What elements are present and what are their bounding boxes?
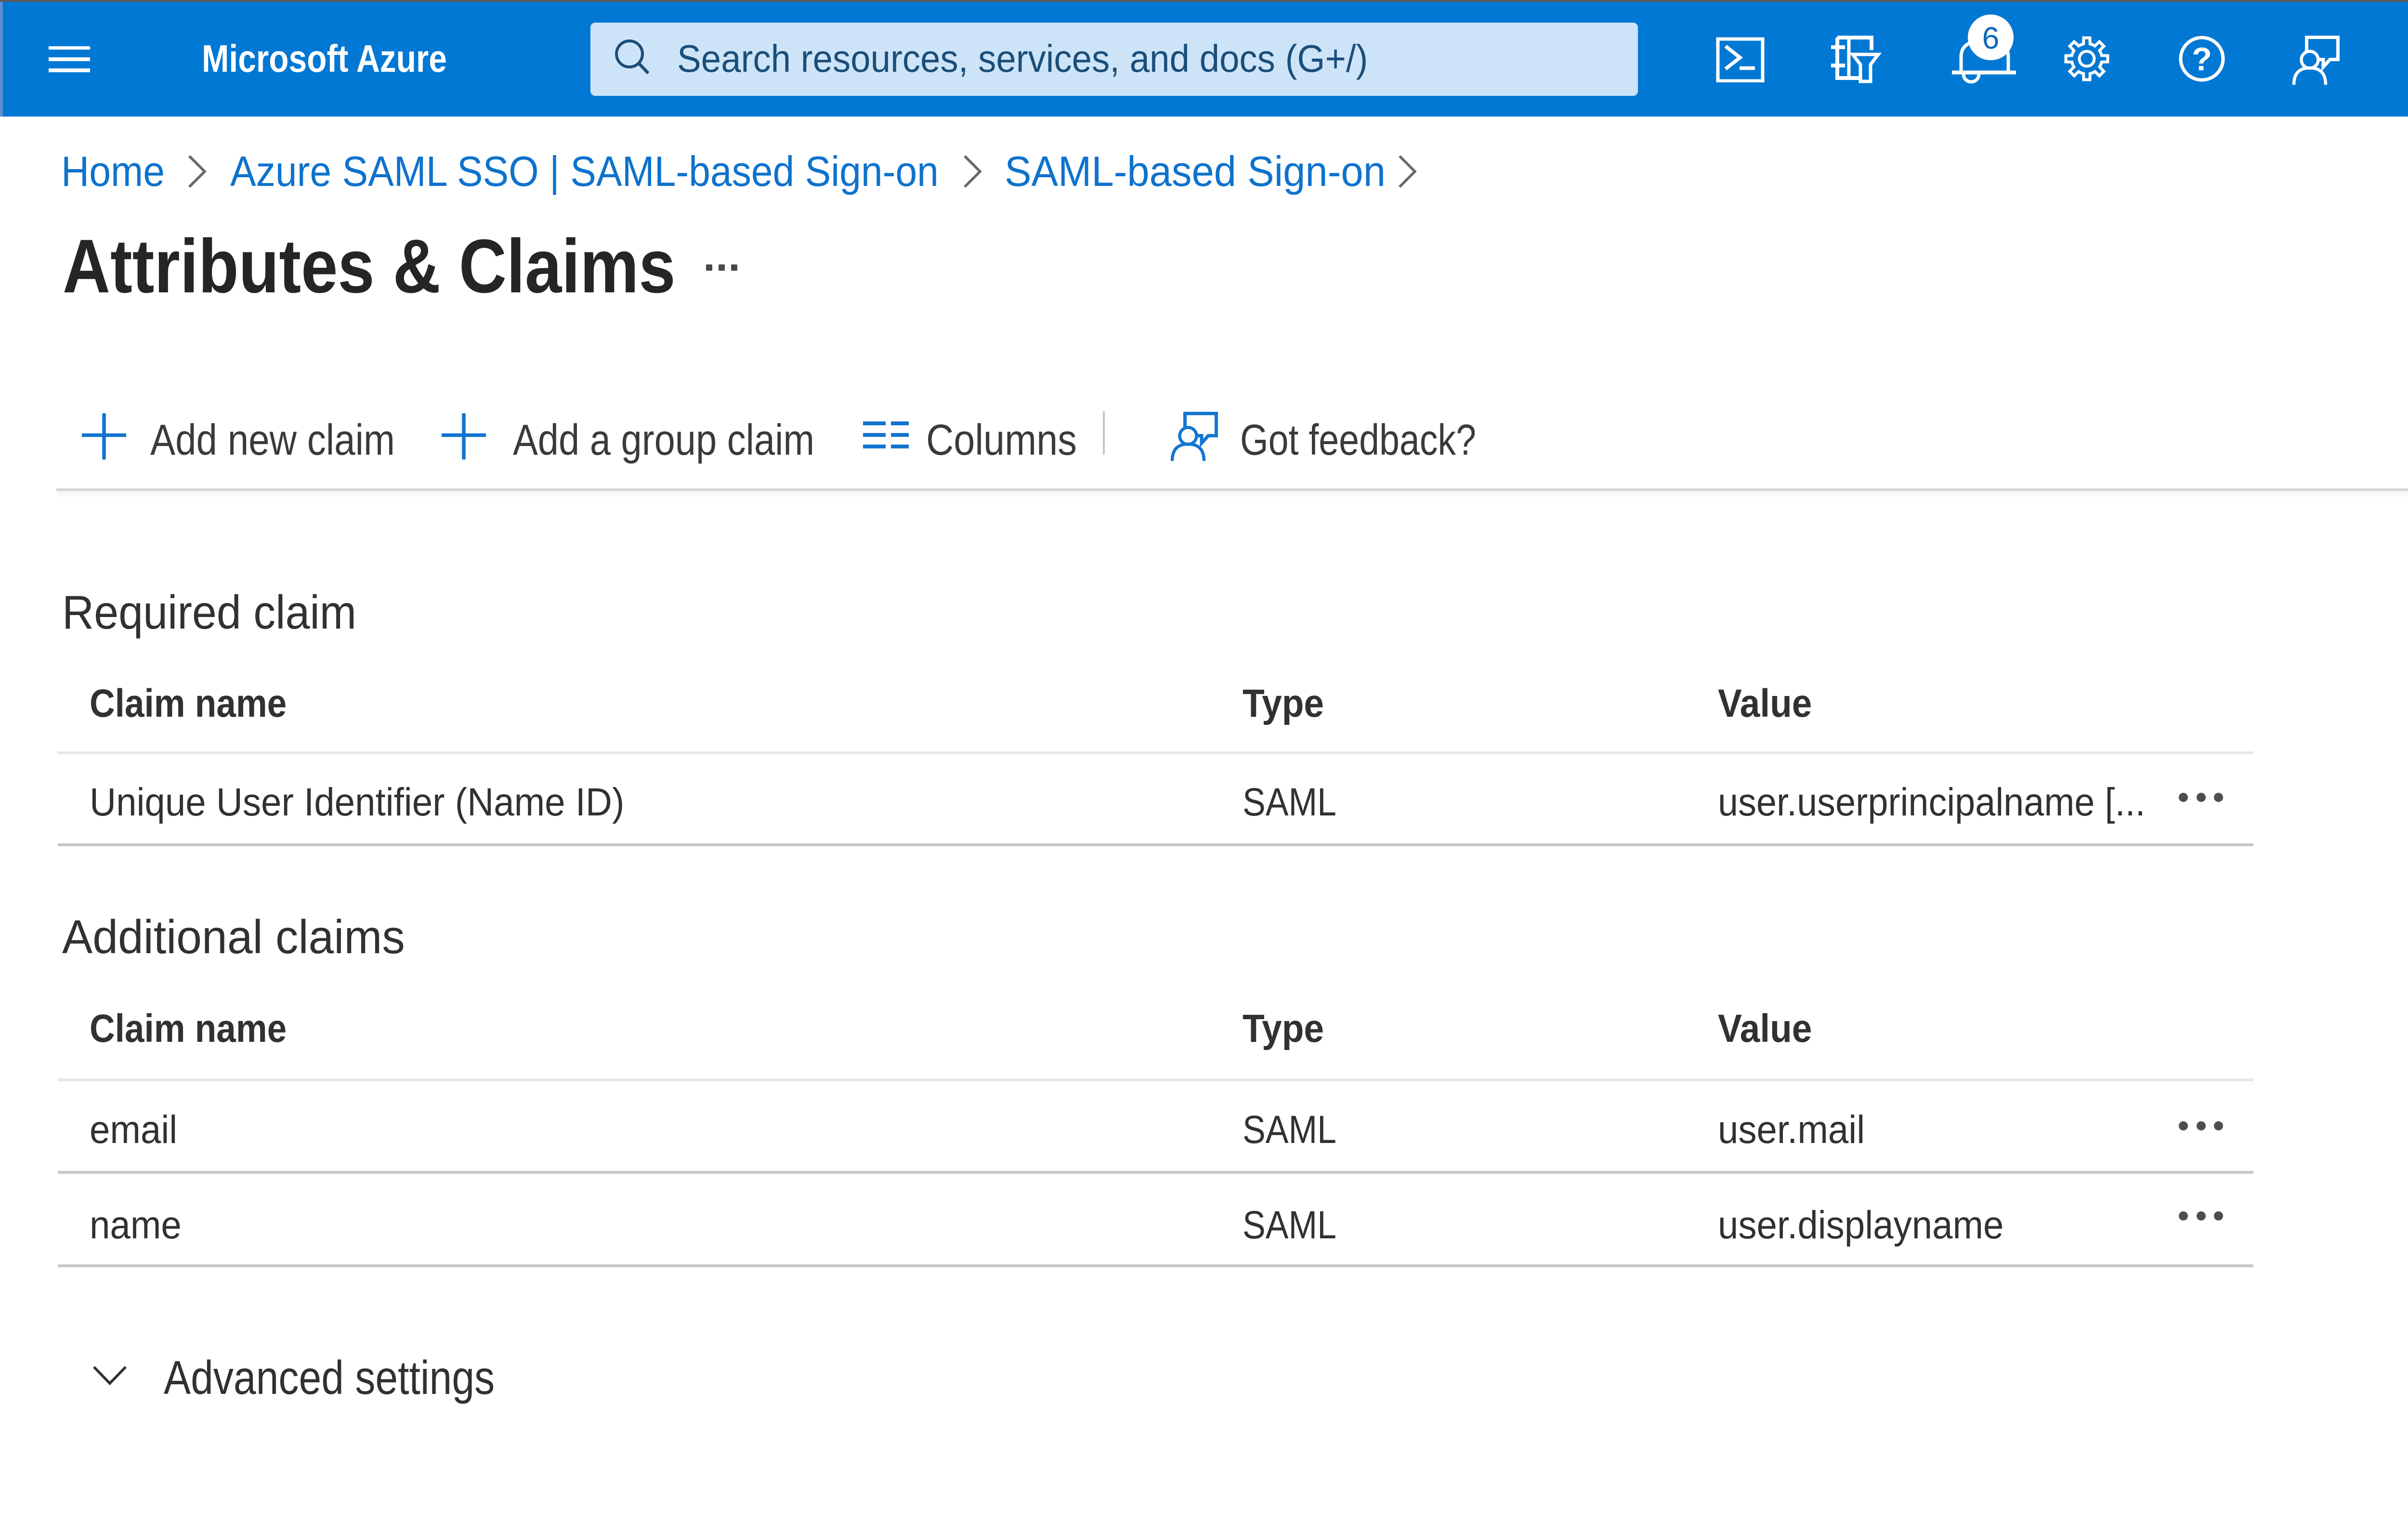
svg-text:6: 6 bbox=[1982, 21, 2000, 55]
svg-text:?: ? bbox=[2192, 41, 2212, 78]
